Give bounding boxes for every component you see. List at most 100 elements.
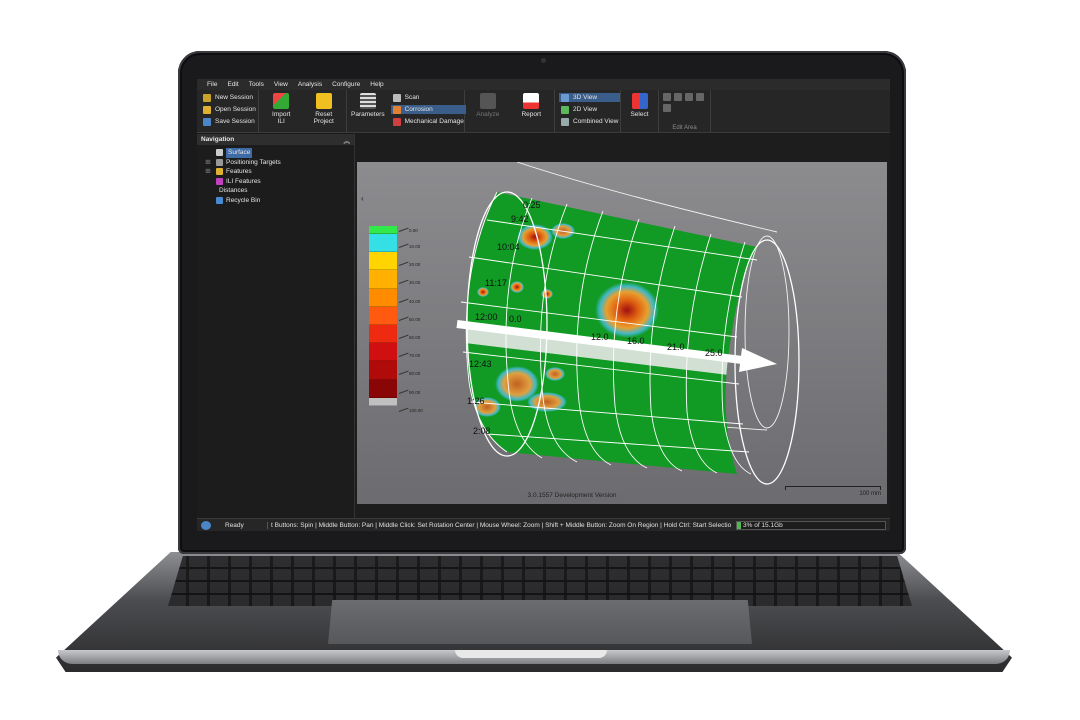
open-session-button[interactable]: Open Session <box>201 105 258 114</box>
select-icon <box>631 93 648 109</box>
tree-item-ili-features[interactable]: ILI Features <box>203 177 354 187</box>
camera <box>541 58 546 63</box>
navigation-title: Navigation <box>201 136 235 143</box>
axial-distance-label: 0.0 <box>509 314 522 324</box>
tree-item-recycle-bin[interactable]: Recycle Bin <box>203 196 354 206</box>
targets-icon <box>216 158 223 166</box>
save-session-button[interactable]: Save Session <box>201 117 258 126</box>
new-session-icon <box>203 93 211 102</box>
clock-position-label: 0:25 <box>523 200 541 210</box>
ili-features-icon <box>216 178 223 186</box>
clock-position-label: 11:17 <box>485 278 507 288</box>
memory-label: 3% of 15.1Gb <box>743 521 783 529</box>
parameters-button[interactable]: Parameters <box>351 93 385 118</box>
clock-position-label: 10:04 <box>497 242 520 252</box>
memory-indicator: 3% of 15.1Gb <box>736 520 886 530</box>
features-folder-icon <box>216 168 223 176</box>
expand-icon[interactable]: ⊞ <box>203 158 213 168</box>
axial-distance-label: 25.0 <box>705 348 723 358</box>
mechanical-damage-mode-button[interactable]: Mechanical Damage <box>391 117 466 126</box>
analyze-icon <box>479 93 496 109</box>
memory-bar <box>737 521 741 529</box>
corrosion-icon <box>392 105 401 114</box>
recycle-bin-icon <box>216 197 223 205</box>
trackpad <box>328 600 752 644</box>
select-button[interactable]: Select <box>625 93 654 118</box>
edit-area-clear-icon[interactable] <box>696 93 704 101</box>
edit-area-invert-icon[interactable] <box>663 104 671 112</box>
scan-icon <box>392 93 401 102</box>
combined-view-icon <box>561 117 569 126</box>
tree-item-features[interactable]: ⊞ Features <box>203 167 354 177</box>
mechanical-damage-icon <box>392 117 401 126</box>
scan-mode-button[interactable]: Scan <box>391 93 466 102</box>
view-3d-button[interactable]: 3D View <box>559 93 621 102</box>
scale-bar-label: 100 mm <box>859 491 881 497</box>
menu-edit[interactable]: Edit <box>227 81 238 88</box>
folder-icon <box>203 105 211 114</box>
menu-file[interactable]: File <box>207 81 217 88</box>
navigation-tree: Surface ⊞ Positioning Targets ⊞ Features I… <box>197 145 354 206</box>
clock-position-label: 12:00 <box>475 312 498 322</box>
axial-distance-label: 16.0 <box>627 336 645 346</box>
navigation-panel: Navigation ︽ Surface ⊞ Positioning Target… <box>197 134 355 518</box>
view-2d-button[interactable]: 2D View <box>559 105 620 114</box>
menu-help[interactable]: Help <box>370 81 383 88</box>
menu-configure[interactable]: Configure <box>332 81 360 88</box>
pipe-render: 0:25 9:42 10:04 11:17 12:00 12:43 1:26 2:08 0.0 1… <box>456 162 800 485</box>
tree-item-distances[interactable]: Distances <box>203 186 354 196</box>
report-button[interactable]: Report <box>514 93 548 118</box>
status-bar: Ready t Buttons: Spin | Middle Button: P… <box>197 518 890 531</box>
combined-view-button[interactable]: Combined View <box>559 117 620 126</box>
clock-position-label: 9:42 <box>511 214 529 224</box>
menu-tools[interactable]: Tools <box>249 81 264 88</box>
reset-project-button[interactable]: Reset Project <box>307 93 341 125</box>
laptop-notch <box>455 650 607 658</box>
edit-area-paint-icon[interactable] <box>685 93 693 101</box>
view-group: 3D View 2D View Combined View <box>555 90 621 132</box>
tree-item-positioning-targets[interactable]: ⊞ Positioning Targets <box>203 158 354 168</box>
analysis-group: Parameters Scan Corrosion Mechanical Dam… <box>347 90 466 132</box>
clock-position-label: 1:26 <box>467 396 485 406</box>
session-group: New Session Open Session Save Session <box>197 90 259 132</box>
clock-position-label: 2:08 <box>473 426 491 436</box>
new-session-button[interactable]: New Session <box>201 93 258 102</box>
viewport-container: ‹ 0.00 10.00 20.00 30.00 40.00 50.00 60.00 70.0… <box>355 134 890 518</box>
keyboard <box>168 556 912 606</box>
expand-icon[interactable]: ⊞ <box>203 167 213 177</box>
corrosion-mode-button[interactable]: Corrosion <box>390 105 466 114</box>
2d-view-icon <box>561 105 569 114</box>
clock-position-label: 12:43 <box>469 359 492 369</box>
menu-analysis[interactable]: Analysis <box>298 81 322 88</box>
user-icon <box>201 520 211 530</box>
status-ready: Ready <box>225 521 244 529</box>
save-icon <box>203 117 211 126</box>
app-window: File Edit Tools View Analysis Configure … <box>197 79 890 531</box>
import-ili-button[interactable]: Import ILI <box>264 93 298 125</box>
axial-distance-label: 21.0 <box>667 342 685 352</box>
surface-icon <box>216 149 223 157</box>
edit-area-add-icon[interactable] <box>663 93 671 101</box>
axial-distance-label: 12.0 <box>591 332 609 342</box>
menu-view[interactable]: View <box>274 81 288 88</box>
collapse-panel-icon[interactable]: ︽ <box>344 135 351 145</box>
import-ili-icon <box>273 93 290 109</box>
3d-view-icon <box>561 93 569 102</box>
reset-project-icon <box>315 93 332 109</box>
tree-item-surface[interactable]: Surface <box>203 148 354 158</box>
menu-bar: File Edit Tools View Analysis Configure … <box>197 79 890 90</box>
analyze-button[interactable]: Analyze <box>471 93 505 118</box>
run-group: Analyze Report <box>465 90 555 132</box>
ribbon-toolbar: New Session Open Session Save Session Im… <box>197 90 890 133</box>
version-label: 3.0.1557 Development Version <box>527 492 617 499</box>
3d-viewport[interactable]: ‹ 0.00 10.00 20.00 30.00 40.00 50.00 60.00 70.0… <box>357 162 887 504</box>
parameters-icon <box>359 93 376 109</box>
edit-area-group: Edit Area <box>659 90 711 132</box>
status-hint: t Buttons: Spin | Middle Button: Pan | M… <box>267 521 736 529</box>
workspace: Navigation ︽ Surface ⊞ Positioning Target… <box>197 134 890 518</box>
report-icon <box>523 93 540 109</box>
edit-area-subtract-icon[interactable] <box>674 93 682 101</box>
edit-area-label: Edit Area <box>672 125 697 131</box>
select-group: Select <box>621 90 659 132</box>
navigation-header: Navigation ︽ <box>197 134 354 145</box>
